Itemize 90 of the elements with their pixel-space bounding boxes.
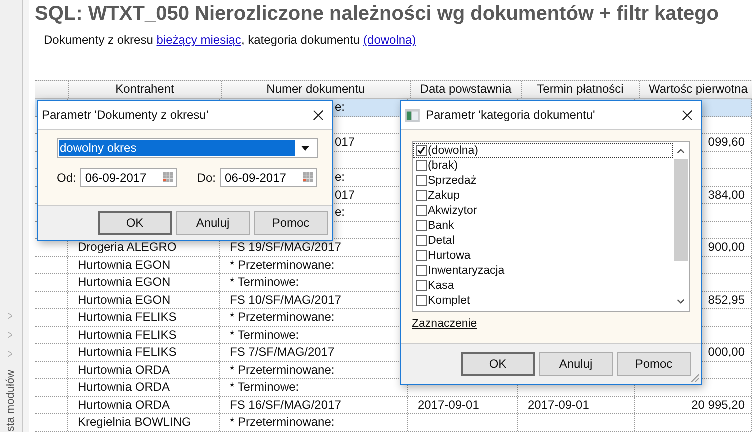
caret-icon — [301, 146, 310, 150]
field-label: Od: — [57, 170, 76, 184]
dialog-button[interactable]: Anuluj — [176, 211, 250, 235]
list-item[interactable]: Zakup — [413, 188, 673, 203]
checkbox[interactable] — [416, 250, 427, 261]
column-header[interactable]: Wartośc pierwotna — [640, 81, 752, 98]
table-cell: e: — [335, 205, 346, 219]
list-item[interactable]: Komplet — [413, 293, 673, 308]
table-cell: Hurtownia FELIKS — [78, 328, 177, 342]
table-cell: Hurtownia ORDA — [78, 380, 170, 394]
table-cell: FS 7/SF/MAG/2017 — [230, 345, 335, 359]
table-cell: e: — [335, 100, 346, 114]
checkbox[interactable] — [416, 205, 427, 216]
field-label: Do: — [197, 170, 216, 184]
table-cell: * Przeterminowane: — [230, 362, 335, 376]
table-cell: Drogeria ALEGRO — [78, 240, 177, 254]
table-cell: * Terminowe: — [230, 328, 300, 342]
table-cell: FS 16/SF/MAG/2017 — [230, 398, 342, 412]
table-cell: 900,00 — [708, 240, 745, 254]
table-cell: 099,60 — [708, 135, 745, 149]
dialog-button[interactable]: Anuluj — [539, 352, 613, 376]
table-cell: * Terminowe: — [230, 275, 300, 289]
period-dropdown[interactable]: dowolny okres — [57, 138, 318, 158]
table-cell: * Terminowe: — [230, 380, 300, 394]
table-cell: 2017-09-01 — [418, 398, 480, 412]
checkbox[interactable] — [416, 265, 427, 276]
dialog-button[interactable]: Pomoc — [254, 211, 328, 235]
table-cell: Hurtownia EGON — [78, 292, 171, 306]
table-cell: 20 995,20 — [692, 398, 745, 412]
table-row[interactable]: Hurtownia ORDA FS 16/SF/MAG/2017 2017-09-01 2017-09-01 20 995,20 — [35, 396, 752, 414]
table-cell: 384,00 — [708, 188, 745, 202]
list-item[interactable]: Sprzedaż — [413, 173, 673, 188]
table-cell: Hurtownia EGON — [78, 258, 171, 272]
table-cell: Hurtownia ORDA — [78, 398, 170, 412]
list-item[interactable]: (brak) — [413, 158, 673, 173]
date-field[interactable]: 06-09-2017 — [220, 168, 318, 187]
dialog-button[interactable]: Pomoc — [617, 352, 691, 376]
list-item[interactable]: Akwizytor — [413, 203, 673, 218]
subtitle-text: Dokumenty z okresu — [44, 33, 154, 47]
subtitle-text: , kategoria dokumentu — [241, 33, 360, 47]
checkbox[interactable] — [416, 295, 427, 306]
checkbox[interactable] — [416, 160, 427, 171]
scroll-thumb[interactable] — [674, 159, 688, 261]
report-title: SQL: WTXT_050 Nierozliczone należności wg dokumentów + filtr katego — [35, 3, 720, 27]
checkbox[interactable] — [416, 220, 427, 231]
calendar-icon[interactable] — [303, 172, 314, 182]
table-cell: 017 — [335, 135, 356, 149]
list-item[interactable]: Bank — [413, 218, 673, 233]
table-cell: * Przeterminowane: — [230, 258, 335, 272]
checkbox[interactable] — [416, 145, 427, 156]
category-link[interactable]: (dowolna) — [364, 33, 416, 47]
period-link[interactable]: bieżący miesiąc — [156, 33, 242, 47]
scroll-down-icon[interactable] — [677, 299, 685, 304]
table-cell: 852,95 — [708, 292, 745, 306]
date-field[interactable]: 06-09-2017 — [80, 168, 178, 187]
dialog-button[interactable]: OK — [98, 211, 172, 235]
dialog-title: Parametr 'kategoria dokumentu' — [426, 108, 596, 122]
table-cell: * Przeterminowane: — [230, 310, 335, 324]
sidebar-label[interactable]: sta modułów — [5, 370, 17, 432]
table-cell: Hurtownia ORDA — [78, 362, 170, 376]
table-cell: e: — [335, 170, 346, 184]
window-icon — [405, 108, 420, 122]
close-icon[interactable] — [682, 110, 693, 120]
close-icon[interactable] — [313, 110, 324, 120]
table-cell: Hurtownia FELIKS — [78, 310, 177, 324]
checkbox[interactable] — [416, 190, 427, 201]
checkbox[interactable] — [416, 175, 427, 186]
dialog-button[interactable]: OK — [461, 352, 535, 376]
table-cell: Hurtownia EGON — [78, 275, 171, 289]
checkbox[interactable] — [416, 235, 427, 246]
table-cell: 017 — [335, 188, 356, 202]
table-cell: Hurtownia FELIKS — [78, 345, 177, 359]
list-item[interactable]: (dowolna) — [413, 143, 673, 158]
list-item[interactable]: Kasa — [413, 278, 673, 293]
table-cell: 2017-09-01 — [528, 398, 590, 412]
scroll-up-icon[interactable] — [677, 149, 685, 154]
table-cell: 000,00 — [708, 345, 745, 359]
column-header[interactable]: Data powstawnia — [411, 81, 522, 98]
dialog-title: Parametr 'Dokumenty z okresu' — [42, 108, 210, 122]
table-cell: Kregielnia BOWLING — [78, 415, 192, 429]
table-cell: FS 19/SF/MAG/2017 — [230, 240, 342, 254]
calendar-icon[interactable] — [163, 172, 174, 182]
table-cell: FS 10/SF/MAG/2017 — [230, 292, 342, 306]
column-header[interactable]: Kontrahent — [69, 81, 222, 98]
column-header[interactable]: Termin płatności — [522, 81, 640, 98]
table-cell: * Przeterminowane: — [230, 415, 335, 429]
checkbox[interactable] — [416, 280, 427, 291]
resize-grip-icon[interactable] — [689, 372, 700, 383]
column-header[interactable]: Numer dokumentu — [222, 81, 411, 98]
table-row[interactable]: Kregielnia BOWLING * Przeterminowane: — [35, 414, 752, 432]
